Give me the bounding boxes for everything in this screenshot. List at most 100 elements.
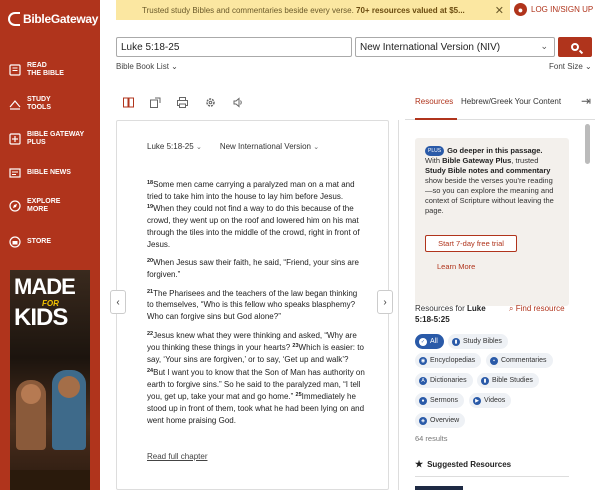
scrollbar[interactable] (585, 124, 590, 164)
bible-book-list-link[interactable]: Bible Book List ⌄ (116, 62, 178, 71)
dictionary-icon: A (419, 376, 427, 385)
sidebar-item-label: STORE (27, 237, 51, 245)
compass-icon: ◈ (419, 416, 427, 425)
verse-text: The Pharisees and the teachers of the la… (147, 288, 358, 322)
divider (415, 476, 569, 477)
font-size-link[interactable]: Font Size ⌄ (549, 62, 592, 71)
passage-reference[interactable]: Luke 5:18-25 ⌄ (147, 142, 202, 151)
play-icon: ▶ (473, 396, 481, 405)
ad-character-right (52, 370, 86, 450)
search-button[interactable] (558, 37, 592, 57)
next-chapter-button[interactable]: › (377, 290, 393, 314)
plus-heading: Go deeper in this passage. (447, 146, 543, 155)
panel-tabs: Resources Hebrew/Greek Your Content ⇥ (405, 92, 595, 120)
ad-character-left (16, 380, 46, 450)
book-icon (8, 64, 21, 77)
learn-more-link[interactable]: Learn More (437, 262, 475, 272)
sidebar-item-label: EXPLORE MORE (27, 198, 61, 213)
chip-all[interactable]: ✓ All (415, 334, 444, 349)
chip-dictionaries[interactable]: A Dictionaries (415, 373, 473, 388)
passage-header: Luke 5:18-25 ⌄ New International Version… (147, 142, 319, 151)
chip-commentaries[interactable]: ▪ Commentaries (486, 353, 553, 368)
version-select[interactable]: New International Version (NIV) ⌄ (355, 37, 555, 57)
check-icon: ✓ (419, 337, 427, 346)
close-icon[interactable]: ✕ (495, 4, 504, 17)
verse-text: Some men came carrying a paralyzed man o… (147, 180, 355, 201)
chip-sermons[interactable]: ● Sermons (415, 393, 465, 408)
book-icon: ▮ (452, 337, 460, 346)
ad-text-made: MADE (14, 274, 76, 299)
sidebar-item-store[interactable]: STORE (8, 235, 51, 248)
login-link[interactable]: ● LOG IN/SIGN UP (514, 3, 593, 16)
sidebar-item-news[interactable]: BIBLE NEWS (8, 166, 71, 179)
version-select-value: New International Version (NIV) (360, 42, 501, 53)
suggested-resources-heading: ★ Suggested Resources (415, 459, 512, 469)
book-icon: ▮ (481, 376, 489, 385)
login-label: LOG IN/SIGN UP (531, 5, 594, 14)
chip-encyclopedias[interactable]: ◉ Encyclopedias (415, 353, 482, 368)
search-icon (571, 43, 579, 51)
promo-banner[interactable]: Trusted study Bibles and commentaries be… (116, 0, 510, 20)
passage-text: 18Some men came carrying a paralyzed man… (147, 178, 365, 432)
find-resource-link[interactable]: ⌕ Find resource (509, 303, 569, 314)
plus-badge: PLUS (425, 146, 445, 156)
previous-chapter-button[interactable]: ‹ (110, 290, 126, 314)
store-icon (8, 235, 21, 248)
sidebar: BibleGateway READ THE BIBLE STUDY TOOLS … (0, 0, 100, 490)
page: BibleGateway READ THE BIBLE STUDY TOOLS … (0, 0, 600, 490)
resources-panel-body: PLUS Go deeper in this passage. With Bibl… (398, 120, 584, 490)
star-icon: ★ (415, 459, 424, 469)
compass-icon (8, 200, 21, 213)
chip-videos[interactable]: ▶ Videos (469, 393, 512, 408)
ad-text-kids: KIDS (14, 304, 68, 331)
passage-input[interactable]: Luke 5:18-25 (116, 37, 352, 57)
passage-version[interactable]: New International Version ⌄ (220, 142, 319, 151)
comment-icon: ▪ (490, 356, 498, 365)
search-icon: ⌕ (509, 304, 516, 313)
sidebar-item-label: READ THE BIBLE (27, 62, 64, 77)
verse-text: When they could not find a way to do thi… (147, 204, 360, 249)
verse-text: When Jesus saw their faith, he said, “Fr… (147, 258, 359, 279)
globe-icon: ◉ (419, 356, 427, 365)
resources-for-label: Resources for Luke 5:18-5:25 (415, 304, 486, 324)
sidebar-item-label: BIBLE NEWS (27, 168, 71, 176)
people-icon: ● (419, 396, 427, 405)
tab-resources[interactable]: Resources (415, 97, 453, 106)
verse-paragraph: 21The Pharisees and the teachers of the … (147, 287, 365, 323)
resources-panel: PLUS Go deeper in this passage. With Bibl… (398, 120, 594, 490)
suggested-resource-thumbnail[interactable] (415, 486, 463, 490)
sidebar-item-label: STUDY TOOLS (27, 96, 51, 111)
share-icon[interactable] (145, 92, 165, 112)
reading-pane: Luke 5:18-25 ⌄ New International Version… (116, 120, 389, 490)
banner-text: Trusted study Bibles and commentaries be… (142, 6, 465, 15)
logo[interactable]: BibleGateway (8, 12, 98, 26)
news-icon (8, 166, 21, 179)
sidebar-item-plus[interactable]: BIBLE GATEWAY PLUS (8, 131, 84, 147)
sidebar-item-explore[interactable]: EXPLORE MORE (8, 198, 60, 214)
ad-footer (10, 470, 90, 490)
study-icon (8, 98, 21, 111)
verse-paragraph: 18Some men came carrying a paralyzed man… (147, 178, 365, 250)
tab-hebrew-greek[interactable]: Hebrew/Greek Your Content (461, 97, 561, 106)
chevron-down-icon: ⌄ (540, 41, 548, 51)
logo-mark-icon (8, 12, 20, 26)
sidebar-item-read[interactable]: READ THE BIBLE (8, 62, 64, 78)
sidebar-item-label: BIBLE GATEWAY PLUS (27, 131, 85, 146)
print-icon[interactable] (172, 92, 192, 112)
plus-icon (8, 133, 21, 146)
start-trial-button[interactable]: Start 7-day free trial (425, 235, 517, 252)
read-full-chapter-link[interactable]: Read full chapter (147, 452, 207, 461)
user-icon: ● (514, 3, 527, 16)
logo-text: BibleGateway (23, 12, 99, 26)
chip-overview[interactable]: ◈ Overview (415, 413, 466, 428)
advertisement[interactable]: MADE FOR KIDS (10, 270, 90, 490)
audio-icon[interactable] (228, 92, 248, 112)
parallel-icon[interactable] (118, 92, 138, 112)
chip-bible-studies[interactable]: ▮ Bible Studies (477, 373, 539, 388)
toolbar (116, 92, 396, 118)
chip-study-bibles[interactable]: ▮ Study Bibles (448, 334, 508, 349)
collapse-panel-icon[interactable]: ⇥ (581, 94, 591, 108)
sidebar-item-study[interactable]: STUDY TOOLS (8, 96, 51, 112)
gear-icon[interactable] (200, 92, 220, 112)
results-count: 64 results (415, 434, 448, 443)
